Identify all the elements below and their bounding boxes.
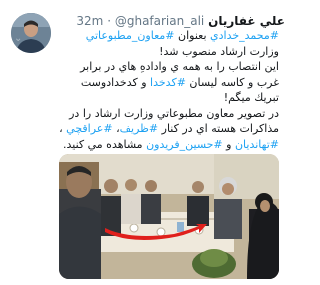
tweet-line: در تصوير معاون مطبوعاتي وزارت ارشاد را د…: [10, 106, 279, 122]
meeting-photo: [59, 154, 279, 279]
tweet-text-segment: تبريك ميگم!: [223, 91, 279, 104]
tweet-text-segment: مذاكرات هسته اي در كنار: [158, 122, 279, 135]
tweet-text-segment: در تصوير معاون مطبوعاتي وزارت ارشاد را د…: [69, 106, 279, 120]
tweet-text-segment: و كدخدادوست: [80, 75, 151, 89]
hashtag-link[interactable]: #تهانديان: [235, 138, 279, 151]
tweet-card: ⌄ علي غفاريان @ghafarian_ali · 32m #محمد…: [0, 0, 290, 285]
tweet-line: وزارت ارشاد منصوب شد!: [10, 44, 279, 60]
display-name[interactable]: علي غفاريان: [208, 14, 285, 28]
hashtag-link[interactable]: #عراقچي: [66, 122, 112, 135]
user-handle[interactable]: @ghafarian_ali: [115, 14, 204, 28]
hashtag-link[interactable]: #كدخدا: [150, 76, 186, 89]
tweet-line: #تهانديان و #حسين_فريدون مشاهده مي كنيد.: [10, 137, 279, 153]
tweet-line: اين انتصاب را به همه ي وادادهِ هاي در بر…: [10, 59, 279, 75]
timestamp[interactable]: 32m: [76, 14, 103, 28]
tweet-text: #محمد_خدادي بعنوان #معاون_مطبوعاتي وزارت …: [10, 28, 279, 153]
tweet-photo[interactable]: [59, 154, 279, 279]
tweet-line: #محمد_خدادي بعنوان #معاون_مطبوعاتي: [10, 28, 279, 44]
hashtag-link[interactable]: #حسين_فريدون: [146, 138, 223, 151]
tweet-text-segment: مشاهده مي كنيد.: [62, 137, 147, 151]
hashtag-link[interactable]: #معاون_مطبوعاتي: [86, 29, 175, 42]
tweet-text-segment: اين انتصاب را به همه ي وادادهِ هاي در بر…: [80, 60, 279, 73]
tweet-text-segment: ،: [112, 122, 120, 135]
tweet-text-segment: بعنوان: [174, 29, 211, 42]
tweet-text-segment: غرب و كاسه ليسان: [185, 75, 279, 89]
tweet-text-segment: و: [222, 137, 235, 151]
tweet-text-segment: وزارت ارشاد منصوب شد!: [159, 44, 279, 58]
tweet-line: تبريك ميگم!: [10, 90, 279, 106]
separator-dot: ·: [107, 14, 112, 28]
hashtag-link[interactable]: #محمد_خدادي: [210, 29, 279, 42]
tweet-line: غرب و كاسه ليسان #كدخدا و كدخدادوست: [10, 75, 279, 91]
hashtag-link[interactable]: #ظريف: [120, 122, 159, 135]
tweet-line: مذاكرات هسته اي در كنار #ظريف، #عراقچي ،: [10, 121, 279, 137]
